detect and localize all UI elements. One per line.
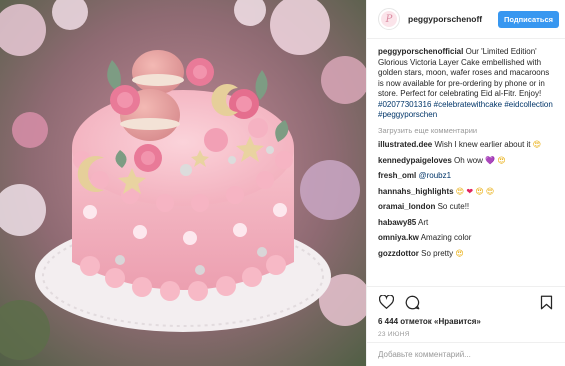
comment-username[interactable]: kennedypaigeloves: [378, 156, 452, 165]
comment-username[interactable]: gozzdottor: [378, 249, 419, 258]
comment-username[interactable]: illustrated.dee: [378, 140, 432, 149]
comment-text: Oh wow: [454, 155, 483, 165]
comment-item: hannahs_highlights 😍 ❤ 😍 😍: [378, 184, 555, 200]
hashtag-link[interactable]: #02077301316: [378, 100, 431, 109]
comment-text: Amazing color: [420, 233, 472, 242]
comment-text: So pretty: [421, 248, 454, 258]
add-comment-input[interactable]: [378, 350, 554, 359]
comment-username[interactable]: habawy85: [378, 218, 416, 227]
load-more-comments-link[interactable]: Загрузить еще комментарии: [378, 126, 555, 135]
caption-username[interactable]: peggyporschenofficial: [378, 47, 463, 56]
cake-photo-illustration: [0, 0, 366, 366]
comment-item: illustrated.dee Wish I knew earlier abou…: [378, 138, 555, 154]
comment-item: oramai_london So cute!!: [378, 200, 555, 216]
post-caption: peggyporschenofficial Our 'Limited Editi…: [378, 47, 555, 121]
add-comment-bar: [367, 342, 565, 366]
post-photo[interactable]: [0, 0, 366, 366]
red-heart-emoji: ❤: [466, 186, 474, 196]
heart-eyes-emoji: 😍: [532, 140, 542, 149]
comment-text: So cute!!: [437, 202, 470, 211]
comment-icon[interactable]: [404, 294, 420, 310]
follow-button[interactable]: Подписаться: [497, 10, 559, 28]
comment-text: Art: [418, 217, 429, 227]
heart-eyes-emoji: 😍: [485, 186, 495, 196]
comment-username[interactable]: oramai_london: [378, 202, 435, 211]
comment-mention-link[interactable]: @roubz1: [418, 171, 451, 180]
heart-eyes-emoji: 😍: [475, 186, 484, 196]
heart-icon[interactable]: [378, 294, 394, 310]
hashtag-link[interactable]: #peggyporschen: [378, 110, 437, 119]
post-details-panel: P peggyporschenoff Подписаться peggypors…: [366, 0, 565, 366]
heart-eyes-emoji: 😍: [455, 186, 465, 196]
purple-heart-emoji: 💜: [485, 155, 496, 165]
post-actions: 6 444 отметок «Нравится» 23 июня: [367, 286, 565, 366]
comment-item: kennedypaigeloves Oh wow 💜 😍: [378, 153, 555, 169]
instagram-post: P peggyporschenoff Подписаться peggypors…: [0, 0, 565, 366]
heart-eyes-emoji: 😍: [455, 248, 464, 258]
comment-text: Wish I knew earlier about it: [434, 140, 531, 149]
comment-username[interactable]: omniya.kw: [378, 233, 419, 242]
comment-item: fresh_oml @roubz1: [378, 169, 555, 185]
avatar[interactable]: P: [378, 8, 400, 30]
comment-username[interactable]: fresh_oml: [378, 171, 416, 180]
hashtag-link[interactable]: #celebratewithcake: [434, 100, 502, 109]
header-username[interactable]: peggyporschenoff: [408, 14, 498, 24]
comment-item: gozzdottor So pretty 😍: [378, 246, 555, 262]
likes-count[interactable]: 6 444 отметок «Нравится»: [378, 317, 554, 326]
post-header: P peggyporschenoff Подписаться: [367, 0, 565, 39]
comment-username[interactable]: hannahs_highlights: [378, 187, 454, 196]
comments-section: peggyporschenofficial Our 'Limited Editi…: [367, 39, 565, 286]
avatar-logo: P: [381, 11, 397, 27]
hashtag-link[interactable]: #eidcollection: [504, 100, 552, 109]
bookmark-icon[interactable]: [538, 294, 554, 310]
post-date[interactable]: 23 июня: [378, 331, 554, 338]
heart-eyes-emoji: 😍: [497, 155, 506, 165]
action-icons-row: [378, 293, 554, 311]
comment-item: habawy85 Art: [378, 215, 555, 231]
comment-item: omniya.kw Amazing color: [378, 231, 555, 247]
